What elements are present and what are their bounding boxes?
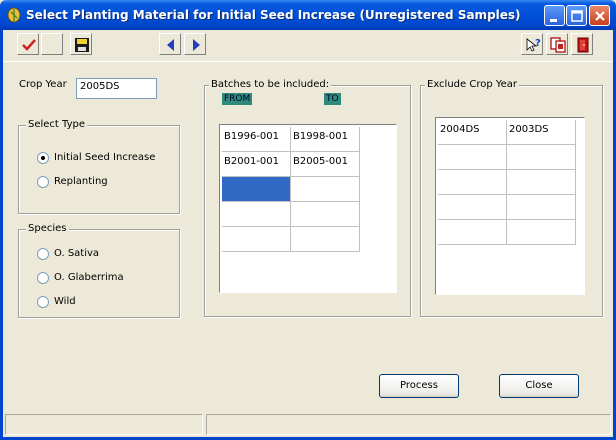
close-button[interactable]: Close <box>499 374 579 398</box>
from-header: FROM <box>222 93 253 105</box>
window-frame-left <box>0 30 3 440</box>
maximize-button[interactable] <box>566 5 587 26</box>
status-bar <box>3 412 613 437</box>
exclude-cell[interactable] <box>438 145 507 170</box>
radio-initial-seed-increase[interactable] <box>37 152 49 164</box>
close-icon <box>595 11 605 21</box>
save-disk-icon <box>75 38 89 52</box>
exclude-cell[interactable] <box>438 195 507 220</box>
batch-cell[interactable] <box>222 202 291 227</box>
exclude-cell[interactable] <box>438 170 507 195</box>
batch-cell[interactable] <box>291 202 360 227</box>
select-type-title: Select Type <box>26 119 87 130</box>
exclude-cell-editing[interactable]: 2003DS <box>507 120 576 145</box>
exclude-cell[interactable] <box>438 220 507 245</box>
minimize-icon <box>550 19 557 22</box>
radio-o-sativa[interactable] <box>37 248 49 260</box>
exclude-cell[interactable] <box>507 145 576 170</box>
radio-wild-label: Wild <box>54 296 76 307</box>
maximize-icon <box>571 10 583 22</box>
exit-door-icon <box>577 37 589 53</box>
next-button[interactable] <box>184 33 206 55</box>
exclude-cell[interactable] <box>507 220 576 245</box>
blank-button[interactable] <box>41 33 63 55</box>
to-header: TO <box>324 93 341 105</box>
batch-cell[interactable]: B2001-001 <box>222 152 291 177</box>
save-button[interactable] <box>70 33 92 55</box>
radio-replanting-label: Replanting <box>54 176 108 187</box>
radio-replanting[interactable] <box>37 176 49 188</box>
previous-button[interactable] <box>159 33 181 55</box>
batch-cell[interactable]: B1996-001 <box>222 127 291 152</box>
crop-year-label: Crop Year <box>19 79 67 90</box>
close-window-button[interactable] <box>589 5 610 26</box>
radio-o-sativa-label: O. Sativa <box>54 248 100 259</box>
copy-icon <box>550 37 566 53</box>
exclude-grid[interactable]: 2004DS 2003DS <box>435 117 585 295</box>
app-icon <box>7 7 21 23</box>
crop-year-input[interactable]: 2005DS <box>76 78 157 99</box>
exclude-cell[interactable] <box>507 195 576 220</box>
exclude-cell[interactable] <box>507 170 576 195</box>
help-button[interactable]: ? <box>521 33 543 55</box>
arrow-left-icon <box>167 39 174 51</box>
status-pane-right <box>206 414 611 435</box>
exit-button[interactable] <box>571 33 593 55</box>
blank-icon <box>44 36 62 54</box>
radio-o-glaberrima[interactable] <box>37 272 49 284</box>
radio-wild[interactable] <box>37 296 49 308</box>
radio-o-glaberrima-label: O. Glaberrima <box>54 272 124 283</box>
species-title: Species <box>26 223 69 234</box>
select-type-group <box>18 125 180 214</box>
svg-text:?: ? <box>535 38 541 49</box>
batch-cell[interactable] <box>291 227 360 252</box>
exclude-crop-year-title: Exclude Crop Year <box>425 79 520 90</box>
batch-cell[interactable]: B1998-001 <box>291 127 360 152</box>
help-icon: ? <box>526 38 541 52</box>
radio-initial-seed-increase-label: Initial Seed Increase <box>54 152 156 163</box>
batches-title: Batches to be included: <box>209 79 332 90</box>
checkmark-icon <box>22 39 36 51</box>
arrow-right-icon <box>193 39 200 51</box>
batch-cell[interactable] <box>222 227 291 252</box>
accept-button[interactable] <box>17 33 39 55</box>
batch-cell-selected[interactable] <box>222 177 291 202</box>
exclude-cell[interactable]: 2004DS <box>438 120 507 145</box>
window-title: Select Planting Material for Initial See… <box>26 8 521 22</box>
batch-cell[interactable]: B2005-001 <box>291 152 360 177</box>
batches-grid[interactable]: B1996-001 B1998-001 B2001-001 B2005-001 <box>219 124 397 293</box>
copy-button[interactable] <box>546 33 568 55</box>
status-pane-left <box>5 414 203 435</box>
title-bar[interactable]: Select Planting Material for Initial See… <box>0 0 616 30</box>
batch-cell[interactable] <box>291 177 360 202</box>
process-button[interactable]: Process <box>379 374 459 398</box>
minimize-button[interactable] <box>544 5 565 26</box>
